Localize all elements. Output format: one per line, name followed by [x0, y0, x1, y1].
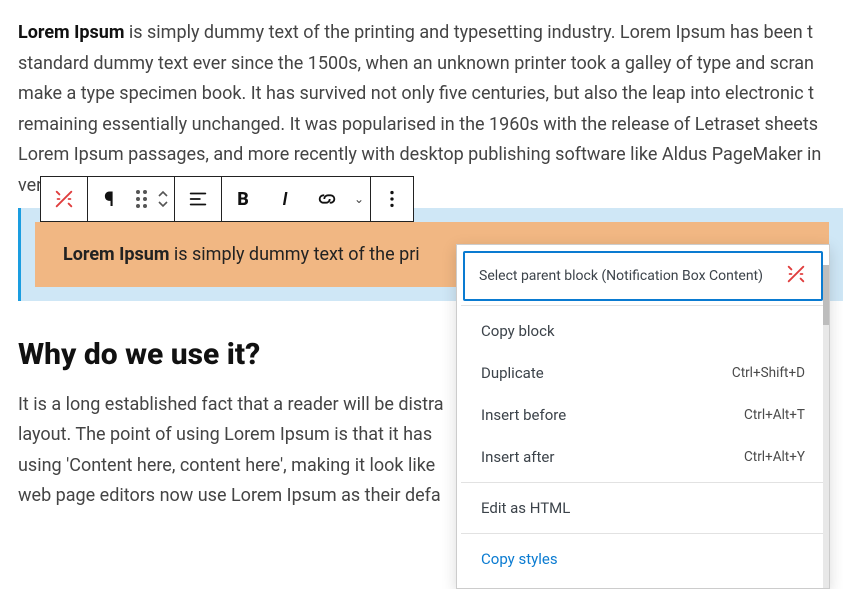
select-parent-block[interactable]: Select parent block (Notification Box Co… [463, 251, 823, 301]
kbd-duplicate: Ctrl+Shift+D [732, 365, 805, 381]
block-type-icon[interactable] [41, 177, 87, 221]
menu-insert-before[interactable]: Insert before Ctrl+Alt+T [461, 394, 825, 436]
kbd-insert-after: Ctrl+Alt+Y [744, 449, 805, 465]
drag-handle[interactable] [130, 177, 152, 221]
menu-duplicate[interactable]: Duplicate Ctrl+Shift+D [461, 352, 825, 394]
notification-box-icon [785, 263, 807, 289]
bold-button[interactable]: B [222, 177, 264, 221]
more-rich-text[interactable]: ⌄ [348, 177, 370, 221]
menu-insert-after[interactable]: Insert after Ctrl+Alt+Y [461, 436, 825, 478]
menu-edit-html[interactable]: Edit as HTML [461, 487, 825, 529]
align-tool[interactable] [175, 177, 221, 221]
paragraph-tool[interactable]: ¶ [88, 177, 130, 221]
menu-scrollbar[interactable] [823, 265, 829, 588]
para1-lead: Lorem Ipsum [18, 22, 124, 43]
kbd-insert-before: Ctrl+Alt+T [744, 407, 805, 423]
italic-button[interactable]: I [264, 177, 306, 221]
notif-lead: Lorem Ipsum [63, 244, 169, 265]
menu-separator [461, 482, 825, 483]
block-toolbar: ¶ B I ⌄ [40, 176, 414, 222]
link-button[interactable] [306, 177, 348, 221]
block-options-menu: Select parent block (Notification Box Co… [456, 244, 830, 589]
menu-separator [461, 533, 825, 534]
move-up-down[interactable] [152, 177, 174, 221]
paragraph-1: Lorem Ipsum is simply dummy text of the … [18, 18, 843, 202]
menu-separator [461, 305, 825, 306]
menu-scrollbar-thumb[interactable] [823, 265, 829, 325]
menu-copy-block[interactable]: Copy block [461, 310, 825, 352]
options-button[interactable] [371, 177, 413, 221]
menu-copy-styles[interactable]: Copy styles [461, 538, 825, 580]
